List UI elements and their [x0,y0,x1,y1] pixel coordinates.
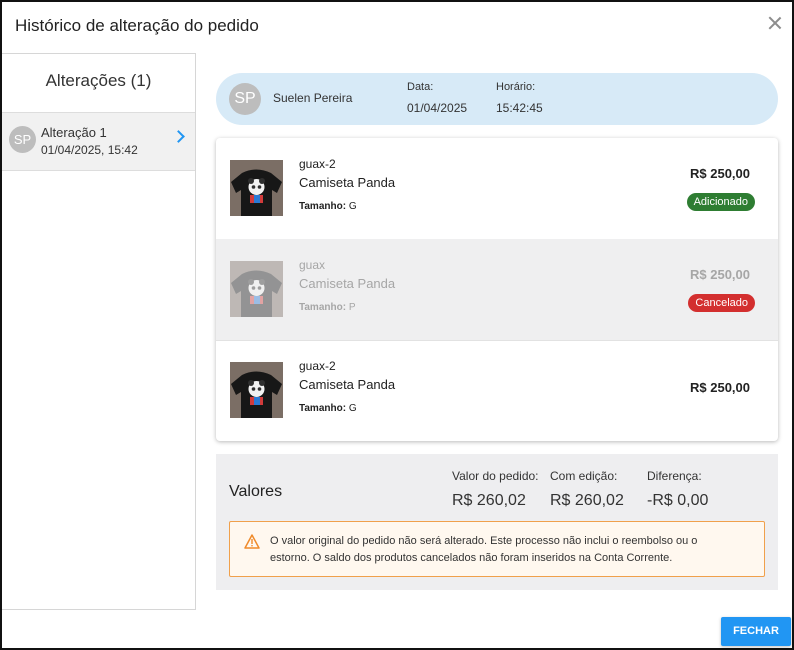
product-sku: guax-2 [299,359,336,373]
status-badge: Cancelado [688,294,755,312]
change-author-header: SP Suelen Pereira Data: 01/04/2025 Horár… [216,73,778,125]
product-name: Camiseta Panda [299,175,396,190]
warning-triangle-icon [244,534,260,549]
product-sku: guax-2 [299,157,336,171]
difference-value: -R$ 0,00 [647,492,709,509]
time-label: Horário: [496,81,536,93]
change-title: Alteração 1 [41,125,107,140]
panda-tshirt-thumbnail [230,160,283,216]
product-size: Tamanho: G [299,201,357,212]
order-value-label: Valor do pedido: [452,469,539,483]
values-summary: Valores Valor do pedido: R$ 260,02 Com e… [216,454,778,590]
order-history-dialog: Histórico de alteração do pedido Alteraç… [0,0,794,650]
chevron-right-icon [172,130,185,143]
edited-value-label: Com edição: [550,469,618,483]
difference-label: Diferença: [647,469,702,483]
size-value: P [348,302,356,313]
change-datetime: 01/04/2025, 15:42 [41,143,138,157]
panda-tshirt-thumbnail [230,261,283,317]
sidebar-item-change-1[interactable]: SP Alteração 1 01/04/2025, 15:42 [2,112,195,171]
close-icon[interactable] [766,14,784,32]
product-size: Tamanho: P [299,302,356,313]
product-item: guax-2 Camiseta Panda Tamanho: G R$ 250,… [216,340,778,441]
values-title: Valores [229,483,283,500]
warning-text: O valor original do pedido não será alte… [270,535,698,564]
close-button[interactable]: FECHAR [721,617,791,646]
dialog-title: Histórico de alteração do pedido [15,16,259,35]
size-label: Tamanho: [299,403,347,414]
changes-sidebar: Alterações (1) SP Alteração 1 01/04/2025… [2,53,196,610]
date-label: Data: [407,81,434,93]
product-price: R$ 250,00 [690,380,750,395]
product-name: Camiseta Panda [299,276,396,291]
avatar: SP [229,83,261,115]
author-name: Suelen Pereira [273,91,353,105]
edited-value: R$ 260,02 [550,492,624,509]
product-sku: guax [299,258,326,272]
avatar: SP [9,126,36,153]
warning-alert: O valor original do pedido não será alte… [229,521,765,577]
product-price: R$ 250,00 [690,166,750,181]
product-price: R$ 250,00 [690,267,750,282]
product-item: guax Camiseta Panda Tamanho: P R$ 250,00… [216,239,778,341]
product-size: Tamanho: G [299,403,357,414]
product-item: guax-2 Camiseta Panda Tamanho: G R$ 250,… [216,138,778,240]
size-value: G [348,403,357,414]
order-value: R$ 260,02 [452,492,526,509]
changes-heading: Alterações (1) [45,71,152,90]
time-value: 15:42:45 [496,101,543,115]
size-value: G [348,201,357,212]
date-value: 01/04/2025 [407,101,468,115]
status-badge: Adicionado [686,193,755,211]
panda-tshirt-thumbnail [230,362,283,418]
size-label: Tamanho: [299,302,347,313]
product-list: guax-2 Camiseta Panda Tamanho: G R$ 250,… [216,138,778,441]
product-name: Camiseta Panda [299,377,396,392]
size-label: Tamanho: [299,201,347,212]
